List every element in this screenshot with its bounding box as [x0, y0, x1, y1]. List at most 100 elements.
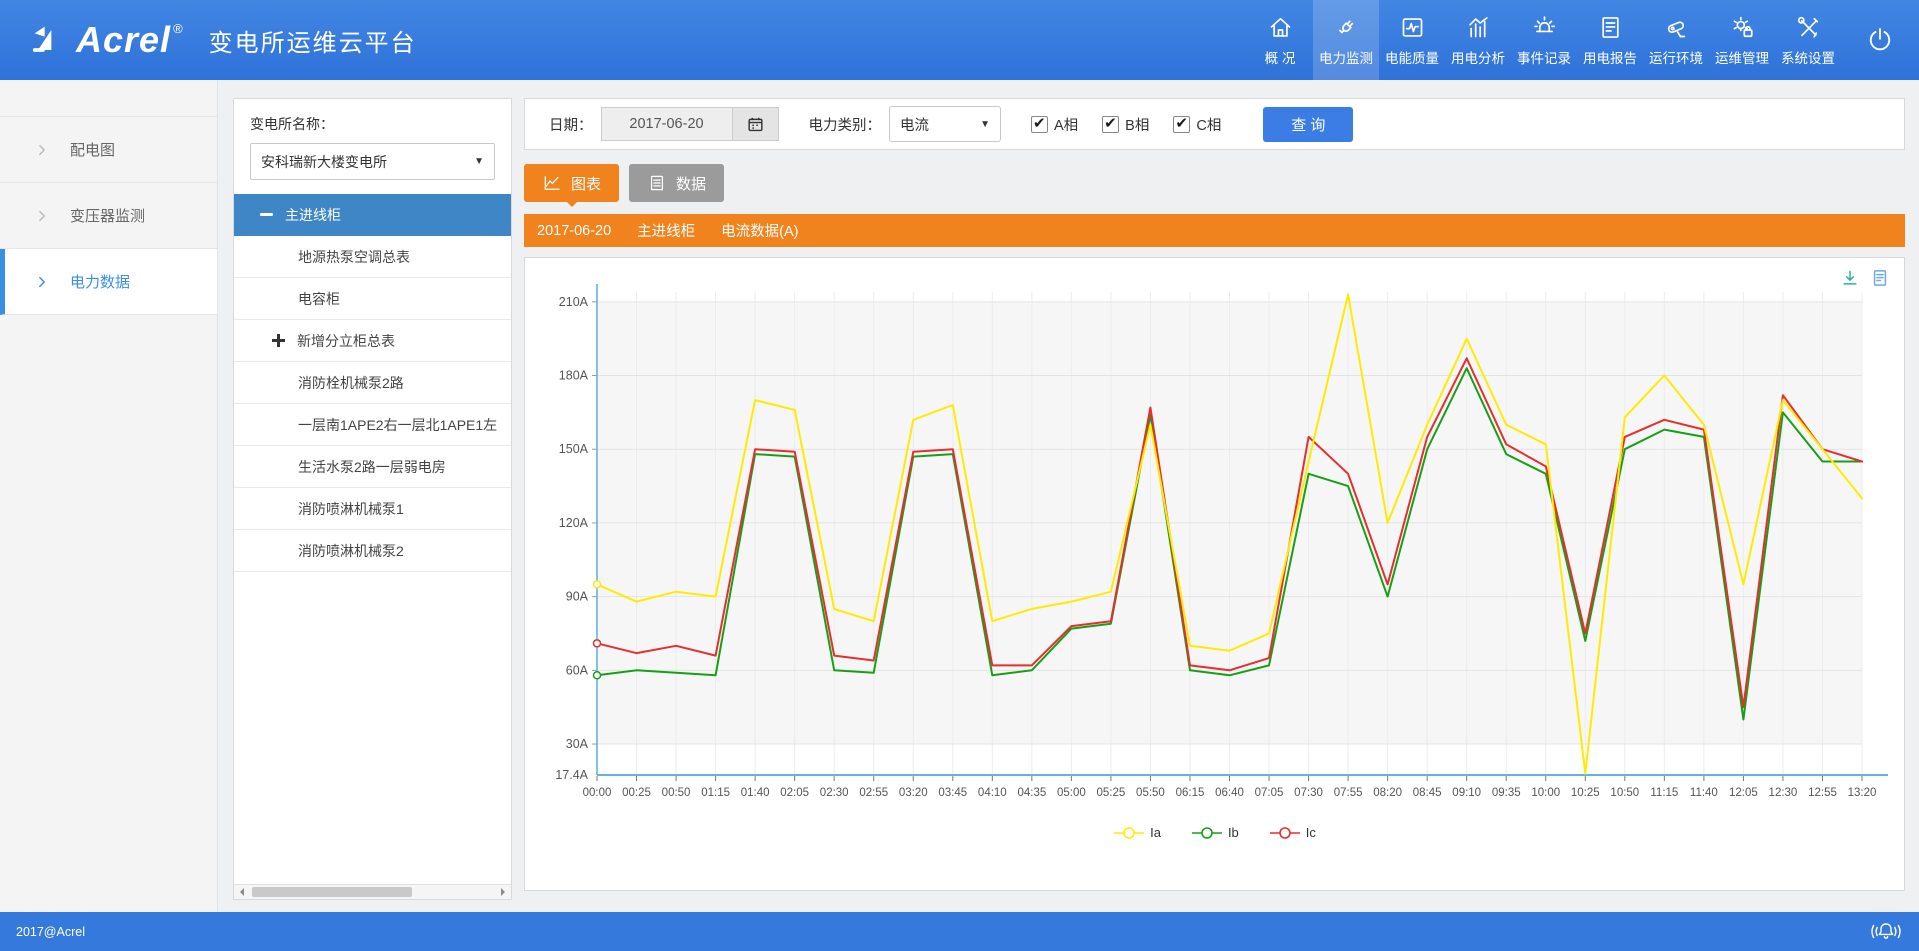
scroll-left-arrow[interactable]: [234, 885, 249, 899]
nav-item-overview[interactable]: 概 况: [1247, 0, 1313, 80]
chevron-down-icon: ▼: [980, 119, 990, 130]
tree-item-0[interactable]: 主进线柜: [234, 194, 511, 236]
svg-text:05:00: 05:00: [1057, 787, 1086, 799]
tree-item-8[interactable]: 消防喷淋机械泵2: [234, 530, 511, 572]
nav-item-event-records[interactable]: 事件记录: [1511, 0, 1577, 80]
svg-text:12:55: 12:55: [1808, 787, 1837, 799]
tree-item-4[interactable]: 消防栓机械泵2路: [234, 362, 511, 404]
svg-text:03:45: 03:45: [938, 787, 967, 799]
power-type-value: 电流: [900, 114, 929, 135]
tab-chart[interactable]: 图表: [524, 164, 619, 202]
legend-item-Ic[interactable]: Ic: [1269, 825, 1316, 840]
alarm-bell-button[interactable]: [1869, 918, 1903, 946]
chart-title-banner: 2017-06-20 主进线柜 电流数据(A): [524, 214, 1905, 247]
svg-text:12:05: 12:05: [1729, 787, 1758, 799]
svg-text:60A: 60A: [566, 663, 589, 677]
tree-item-6[interactable]: 生活水泵2路一层弱电房: [234, 446, 511, 488]
tree-horizontal-scrollbar[interactable]: [234, 884, 511, 899]
legend-item-Ia[interactable]: Ia: [1113, 825, 1161, 840]
svg-text:13:20: 13:20: [1848, 787, 1877, 799]
top-nav-menu: 概 况电力监测电能质量用电分析事件记录用电报告运行环境运维管理系统设置: [1247, 0, 1841, 80]
scrollbar-thumb[interactable]: [252, 887, 412, 897]
device-tree-panel: 变电所名称： 安科瑞新大楼变电所 ▼ 主进线柜地源热泵空调总表电容柜新增分立柜总…: [233, 98, 512, 900]
device-tree: 主进线柜地源热泵空调总表电容柜新增分立柜总表消防栓机械泵2路一层南1APE2右一…: [234, 194, 511, 572]
sidebar-item-power-data[interactable]: 电力数据: [0, 249, 217, 315]
registered-mark: ®: [173, 21, 183, 36]
svg-text:90A: 90A: [566, 590, 589, 604]
nav-item-om-management[interactable]: 运维管理: [1709, 0, 1775, 80]
legend-item-Ib[interactable]: Ib: [1191, 825, 1239, 840]
copyright-text: 2017@Acrel: [16, 925, 85, 939]
substation-select[interactable]: 安科瑞新大楼变电所 ▼: [250, 143, 495, 180]
phase-label: C相: [1196, 114, 1221, 135]
chart-toolbox: [1840, 268, 1890, 288]
tree-item-label: 一层南1APE2右一层北1APE1左: [298, 415, 497, 435]
svg-text:07:55: 07:55: [1334, 787, 1363, 799]
phase-checkbox-B相[interactable]: B相: [1102, 114, 1149, 135]
svg-text:10:50: 10:50: [1610, 787, 1639, 799]
waveform-square-icon: [1399, 14, 1426, 41]
nav-item-label: 概 况: [1265, 47, 1296, 67]
download-chart-button[interactable]: [1840, 268, 1860, 288]
scroll-right-arrow[interactable]: [496, 885, 511, 899]
nav-item-label: 电能质量: [1385, 47, 1439, 67]
device-panel-inner: 变电所名称： 安科瑞新大楼变电所 ▼ 主进线柜地源热泵空调总表电容柜新增分立柜总…: [234, 99, 511, 884]
tree-item-label: 消防栓机械泵2路: [298, 373, 404, 393]
svg-text:02:05: 02:05: [780, 787, 809, 799]
logout-button[interactable]: [1841, 0, 1919, 80]
nav-item-operating-environment[interactable]: 运行环境: [1643, 0, 1709, 80]
nav-item-consumption-analysis[interactable]: 用电分析: [1445, 0, 1511, 80]
tree-item-7[interactable]: 消防喷淋机械泵1: [234, 488, 511, 530]
svg-text:00:50: 00:50: [662, 787, 691, 799]
checkbox-checked-icon[interactable]: [1102, 116, 1119, 133]
sidebar-header: [0, 80, 217, 117]
expand-plus-icon[interactable]: [272, 334, 285, 347]
tab-data[interactable]: 数据: [629, 164, 724, 202]
power-type-select[interactable]: 电流 ▼: [889, 106, 1001, 142]
svg-text:06:40: 06:40: [1215, 787, 1244, 799]
data-view-button[interactable]: [1870, 268, 1890, 288]
sidebar-item-label: 配电图: [70, 139, 115, 160]
plug-icon: [1333, 14, 1360, 41]
file-list-icon: [1870, 268, 1890, 288]
checkbox-checked-icon[interactable]: [1173, 116, 1190, 133]
banner-metric: 电流数据(A): [721, 220, 798, 241]
legend-marker-icon: [1113, 826, 1145, 840]
nav-item-label: 用电报告: [1583, 47, 1637, 67]
nav-item-power-report[interactable]: 用电报告: [1577, 0, 1643, 80]
nav-item-system-settings[interactable]: 系统设置: [1775, 0, 1841, 80]
tree-item-5[interactable]: 一层南1APE2右一层北1APE1左: [234, 404, 511, 446]
collapse-minus-icon[interactable]: [260, 208, 273, 221]
tree-item-3[interactable]: 新增分立柜总表: [234, 320, 511, 362]
legend-marker-icon: [1191, 826, 1223, 840]
calendar-button[interactable]: [733, 107, 779, 141]
tree-item-2[interactable]: 电容柜: [234, 278, 511, 320]
date-label: 日期：: [549, 114, 593, 135]
chevron-right-icon: [34, 142, 50, 158]
sidebar-item-transformer-monitoring[interactable]: 变压器监测: [0, 183, 217, 249]
svg-text:05:25: 05:25: [1097, 787, 1126, 799]
phase-checkbox-A相[interactable]: A相: [1031, 114, 1078, 135]
query-button[interactable]: 查 询: [1263, 107, 1353, 142]
nav-item-power-monitoring[interactable]: 电力监测: [1313, 0, 1379, 80]
date-input[interactable]: 2017-06-20: [601, 107, 733, 141]
camera-icon: [1663, 14, 1690, 41]
query-toolbar: 日期： 2017-06-20 电力类别： 电流 ▼ A相B相C相 查 询: [524, 98, 1905, 150]
data-table-icon: [647, 173, 667, 193]
legend-label: Ib: [1228, 825, 1239, 840]
footer: 2017@Acrel: [0, 912, 1919, 951]
banner-date: 2017-06-20: [537, 223, 611, 239]
banner-device: 主进线柜: [637, 220, 695, 241]
nav-item-power-quality[interactable]: 电能质量: [1379, 0, 1445, 80]
svg-text:11:40: 11:40: [1690, 787, 1718, 799]
gear-lock-icon: [1729, 14, 1756, 41]
checkbox-checked-icon[interactable]: [1031, 116, 1048, 133]
home-icon: [1267, 14, 1294, 41]
power-icon: [1865, 25, 1895, 55]
sidebar-item-distribution-diagram[interactable]: 配电图: [0, 117, 217, 183]
tree-item-label: 地源热泵空调总表: [298, 247, 410, 267]
app-title: 变电所运维云平台: [209, 23, 417, 58]
acrel-logo-icon: [28, 20, 68, 60]
phase-checkbox-C相[interactable]: C相: [1173, 114, 1221, 135]
tree-item-1[interactable]: 地源热泵空调总表: [234, 236, 511, 278]
